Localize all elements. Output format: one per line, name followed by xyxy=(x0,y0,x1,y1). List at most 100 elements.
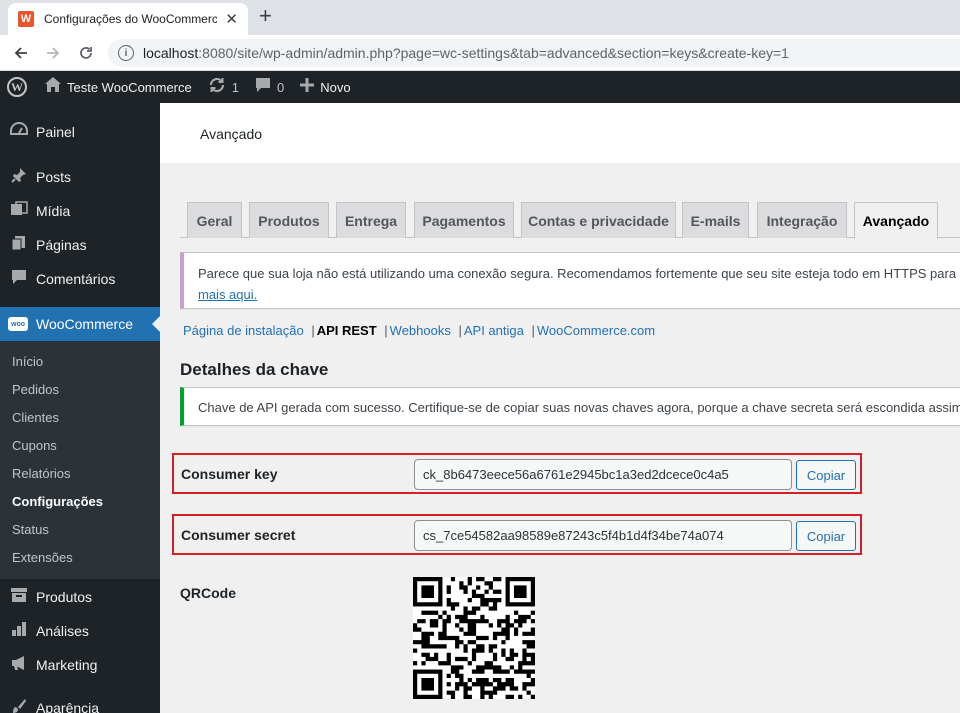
copy-consumer-secret-button[interactable]: Copiar xyxy=(796,521,856,551)
submenu-item-pedidos[interactable]: Pedidos xyxy=(12,382,59,397)
sidebar-item-label: Posts xyxy=(36,169,72,185)
sidebar-item-label: Produtos xyxy=(36,589,93,605)
home-icon xyxy=(45,77,61,97)
section-link-api-antiga[interactable]: API antiga xyxy=(464,323,524,338)
url-text: localhost:8080/site/wp-admin/admin.php?p… xyxy=(143,45,789,61)
advanced-sections-nav: Página de instalação | API REST | Webhooks… xyxy=(183,323,655,338)
tab-integracao[interactable]: Integração xyxy=(757,202,847,238)
submenu-item-cupons[interactable]: Cupons xyxy=(12,438,57,453)
success-text: Chave de API gerada com sucesso. Certifi… xyxy=(198,400,960,415)
learn-more-link[interactable]: mais aqui. xyxy=(198,287,257,302)
api-key-success-notice: Chave de API gerada com sucesso. Certifi… xyxy=(180,387,960,426)
page-title: Avançado xyxy=(200,126,263,142)
browser-tab[interactable]: W Configurações do WooCommerce ✕ xyxy=(8,3,248,35)
current-menu-arrow-icon xyxy=(152,316,160,332)
copy-consumer-key-button[interactable]: Copiar xyxy=(796,460,856,490)
tab-e-mails[interactable]: E-mails xyxy=(682,202,749,238)
sidebar-item-label: Mídia xyxy=(36,203,71,219)
separator: | xyxy=(307,323,315,338)
qr-code-image xyxy=(413,577,535,699)
sidebar-item-analises[interactable]: Análises xyxy=(0,614,160,648)
woocommerce-submenu: Início Pedidos Clientes Cupons Relatório… xyxy=(0,341,160,579)
updates-link[interactable]: 1 xyxy=(200,71,247,103)
sidebar-item-paginas[interactable]: Páginas xyxy=(0,228,160,262)
page-header: Avançado xyxy=(160,103,960,163)
section-link-api-rest[interactable]: API REST xyxy=(317,323,377,338)
submenu-item-relatorios[interactable]: Relatórios xyxy=(12,466,71,481)
pages-icon xyxy=(0,235,36,256)
consumer-key-field[interactable]: ck_8b6473eece56a6761e2945bc1a3ed2dcece0c… xyxy=(414,459,792,490)
site-name: Teste WooCommerce xyxy=(67,79,192,95)
comments-count: 0 xyxy=(276,79,285,95)
wp-admin-bar: W Teste WooCommerce 1 0 Novo xyxy=(0,71,960,103)
sidebar-item-label: WooCommerce xyxy=(36,316,133,332)
warning-text: Parece que sua loja não está utilizando … xyxy=(198,266,960,281)
submenu-item-clientes[interactable]: Clientes xyxy=(12,410,59,425)
new-content-link[interactable]: Novo xyxy=(292,71,358,103)
sidebar-item-label: Painel xyxy=(36,124,75,140)
consumer-secret-label: Consumer secret xyxy=(181,527,296,543)
separator: | xyxy=(527,323,535,338)
back-arrow-icon[interactable] xyxy=(9,41,33,65)
tab-pagamentos[interactable]: Pagamentos xyxy=(414,202,514,238)
sidebar-item-posts[interactable]: Posts xyxy=(0,160,160,194)
sidebar-item-aparencia[interactable]: Aparência xyxy=(0,691,160,713)
close-tab-icon[interactable]: ✕ xyxy=(225,10,238,28)
sidebar-item-comentarios[interactable]: Comentários xyxy=(0,262,160,296)
key-details-heading: Detalhes da chave xyxy=(180,360,329,379)
sidebar-item-label: Análises xyxy=(36,623,89,639)
plus-icon xyxy=(300,77,315,97)
submenu-item-status[interactable]: Status xyxy=(12,522,49,537)
submenu-item-configuracoes[interactable]: Configurações xyxy=(12,494,103,509)
sidebar-item-painel[interactable]: Painel xyxy=(0,115,160,149)
consumer-secret-field[interactable]: cs_7ce54582aa98589e87243c5f4b1d4f34be74a… xyxy=(414,520,792,551)
reload-icon[interactable] xyxy=(74,41,98,65)
woocommerce-favicon-icon: W xyxy=(18,11,34,27)
sidebar-item-label: Marketing xyxy=(36,657,98,673)
comments-link[interactable]: 0 xyxy=(247,71,292,103)
woo-icon: woo xyxy=(8,317,28,331)
sidebar-item-woocommerce[interactable]: woo WooCommerce xyxy=(0,307,160,341)
consumer-secret-row: Consumer secret cs_7ce54582aa98589e87243… xyxy=(172,514,862,555)
site-info-icon[interactable]: i xyxy=(118,45,134,61)
tab-contas-e-privacidade[interactable]: Contas e privacidade xyxy=(521,202,676,238)
site-name-link[interactable]: Teste WooCommerce xyxy=(37,71,200,103)
sidebar-item-produtos[interactable]: Produtos xyxy=(0,580,160,614)
https-warning-notice: Parece que sua loja não está utilizando … xyxy=(180,252,960,309)
tab-produtos[interactable]: Produtos xyxy=(249,202,329,238)
updates-count: 1 xyxy=(231,79,239,95)
browser-tab-title: Configurações do WooCommerce xyxy=(44,12,218,26)
archive-icon xyxy=(0,587,36,608)
brush-icon xyxy=(0,698,36,713)
section-link-pagina-de-instalacao[interactable]: Página de instalação xyxy=(183,323,304,338)
sidebar-item-marketing[interactable]: Marketing xyxy=(0,648,160,682)
tab-avancado[interactable]: Avançado xyxy=(854,202,938,239)
updates-icon xyxy=(208,77,226,98)
separator: | xyxy=(380,323,388,338)
separator: | xyxy=(454,323,462,338)
tab-geral[interactable]: Geral xyxy=(187,202,242,238)
new-tab-icon[interactable]: + xyxy=(259,5,272,27)
submenu-item-inicio[interactable]: Início xyxy=(12,354,43,369)
settings-tabs: Geral Produtos Entrega Pagamentos Contas… xyxy=(180,202,960,239)
sidebar-item-label: Aparência xyxy=(36,700,100,713)
forward-arrow-icon[interactable] xyxy=(41,41,65,65)
chart-icon xyxy=(0,621,36,642)
submenu-item-extensoes[interactable]: Extensões xyxy=(12,550,73,565)
section-link-webhooks[interactable]: Webhooks xyxy=(390,323,451,338)
comments-icon xyxy=(0,269,36,290)
section-link-woocommerce-com[interactable]: WooCommerce.com xyxy=(537,323,655,338)
comment-bubble-icon xyxy=(255,77,271,98)
tab-entrega[interactable]: Entrega xyxy=(336,202,406,238)
browser-toolbar: i localhost:8080/site/wp-admin/admin.php… xyxy=(0,35,960,71)
wordpress-logo-menu[interactable]: W xyxy=(0,71,37,103)
consumer-key-row: Consumer key ck_8b6473eece56a6761e2945bc… xyxy=(172,453,862,494)
admin-sidebar: Painel Posts Mídia Páginas Comentários w… xyxy=(0,103,160,713)
consumer-key-label: Consumer key xyxy=(181,466,278,482)
address-bar[interactable]: i localhost:8080/site/wp-admin/admin.php… xyxy=(108,39,960,67)
qrcode-label: QRCode xyxy=(180,585,236,601)
wordpress-logo-icon: W xyxy=(7,77,27,97)
dashboard-icon xyxy=(0,121,36,143)
sidebar-item-midia[interactable]: Mídia xyxy=(0,194,160,228)
new-label: Novo xyxy=(320,79,351,95)
